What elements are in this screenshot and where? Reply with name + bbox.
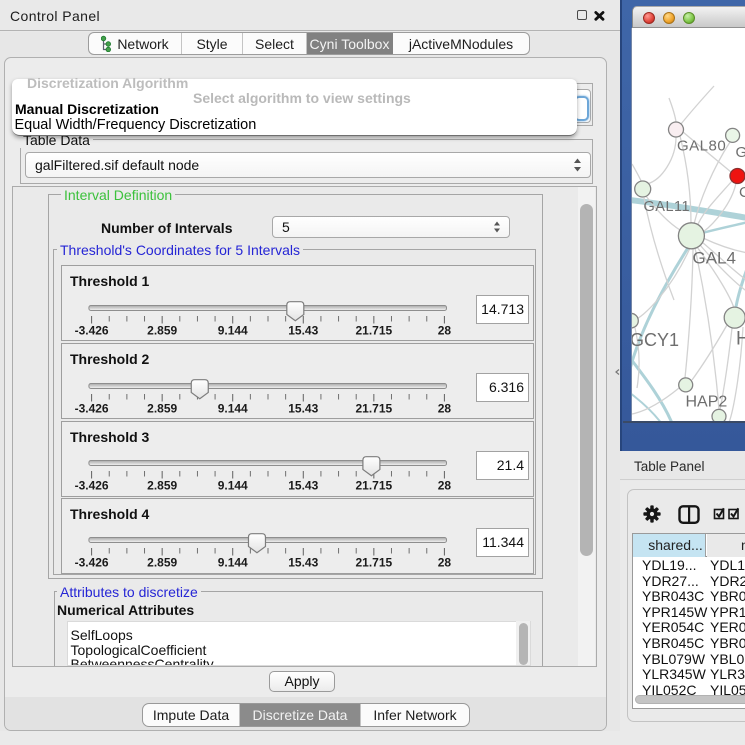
svg-text:HAP2: HAP2 bbox=[686, 394, 728, 411]
svg-text:GAL11: GAL11 bbox=[644, 199, 691, 215]
svg-text:GAL80: GAL80 bbox=[677, 138, 726, 155]
svg-text:-3.426: -3.426 bbox=[75, 556, 109, 570]
svg-text:9.144: 9.144 bbox=[218, 401, 248, 415]
svg-text:GA: GA bbox=[736, 144, 745, 161]
svg-text:2.859: 2.859 bbox=[147, 479, 177, 493]
svg-text:28: 28 bbox=[438, 323, 452, 337]
svg-text:9.144: 9.144 bbox=[218, 323, 248, 337]
svg-text:-3.426: -3.426 bbox=[75, 401, 109, 415]
svg-text:9.144: 9.144 bbox=[218, 556, 248, 570]
svg-text:9.144: 9.144 bbox=[218, 479, 248, 493]
svg-text:28: 28 bbox=[438, 401, 452, 415]
svg-text:21.715: 21.715 bbox=[355, 556, 392, 570]
svg-text:28: 28 bbox=[438, 556, 452, 570]
svg-text:2.859: 2.859 bbox=[147, 323, 177, 337]
svg-text:GAL4: GAL4 bbox=[693, 249, 736, 268]
svg-text:21.715: 21.715 bbox=[355, 479, 392, 493]
svg-text:28: 28 bbox=[438, 479, 452, 493]
svg-text:2.859: 2.859 bbox=[147, 401, 177, 415]
svg-text:15.43: 15.43 bbox=[288, 479, 318, 493]
svg-text:15.43: 15.43 bbox=[288, 323, 318, 337]
svg-text:21.715: 21.715 bbox=[355, 401, 392, 415]
svg-text:C: C bbox=[739, 184, 745, 201]
svg-text:H: H bbox=[736, 329, 745, 350]
svg-text:2.859: 2.859 bbox=[147, 556, 177, 570]
svg-text:15.43: 15.43 bbox=[288, 401, 318, 415]
svg-text:-3.426: -3.426 bbox=[75, 323, 109, 337]
svg-text:-3.426: -3.426 bbox=[75, 479, 109, 493]
svg-text:21.715: 21.715 bbox=[355, 323, 392, 337]
svg-text:GCY1: GCY1 bbox=[632, 330, 679, 350]
svg-text:15.43: 15.43 bbox=[288, 556, 318, 570]
